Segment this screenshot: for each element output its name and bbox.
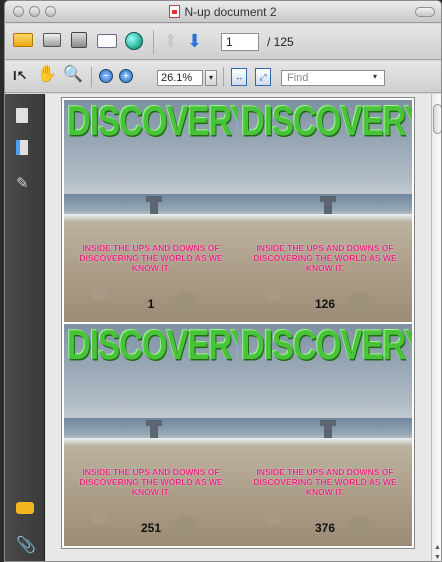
pdf-document-icon	[169, 5, 181, 18]
title-bar: N-up document 2	[5, 1, 441, 23]
find-dropdown-icon[interactable]: ▾	[373, 72, 377, 81]
toolbar-separator	[223, 67, 224, 87]
pages-icon[interactable]	[16, 108, 28, 123]
tile-page-number: 1	[147, 297, 155, 311]
magazine-masthead: DISCOVERY	[67, 324, 238, 368]
collaborate-icon[interactable]	[125, 32, 143, 50]
comments-icon[interactable]	[16, 502, 34, 514]
pdf-page: DISCOVERY INSIDE THE UPS AND DOWNS OF DI…	[62, 98, 414, 548]
tile-page-number: 376	[314, 521, 336, 535]
zoom-tool-icon[interactable]: 🔍	[63, 67, 83, 83]
vertical-scrollbar[interactable]: ▲ ▼	[431, 94, 441, 561]
magazine-masthead: DISCOVERY	[67, 100, 238, 144]
document-view[interactable]: DISCOVERY INSIDE THE UPS AND DOWNS OF DI…	[46, 94, 431, 561]
magazine-masthead: DISCOVERY	[241, 100, 412, 144]
save-icon[interactable]	[71, 32, 87, 48]
lifeguard-tower-image	[146, 420, 162, 438]
email-icon[interactable]	[97, 34, 117, 48]
window-title-area: N-up document 2	[5, 5, 441, 19]
folder-open-icon[interactable]	[13, 33, 33, 47]
tile-page-number: 251	[140, 521, 162, 535]
zoom-dropdown-button[interactable]: ▾	[205, 70, 217, 86]
nup-tile: DISCOVERY INSIDE THE UPS AND DOWNS OF DI…	[238, 100, 412, 322]
fit-page-icon[interactable]: ⤢	[255, 68, 271, 86]
hand-tool-icon[interactable]: ✋	[37, 67, 57, 83]
navigation-sidebar: ✎ 📎	[5, 94, 45, 561]
scrollbar-thumb[interactable]	[433, 104, 441, 134]
page-number-input[interactable]: 1	[221, 33, 259, 51]
print-icon[interactable]	[43, 33, 61, 47]
zoom-in-icon[interactable]: +	[119, 69, 133, 83]
fit-width-icon[interactable]: ↔	[231, 68, 247, 86]
nup-tile: DISCOVERY INSIDE THE UPS AND DOWNS OF DI…	[238, 324, 412, 546]
window-title: N-up document 2	[184, 5, 277, 19]
find-input[interactable]: Find	[281, 70, 385, 86]
toolbar-separator	[153, 30, 154, 54]
scroll-down-arrow-icon[interactable]: ▼	[434, 554, 441, 561]
lifeguard-tower-image	[320, 420, 336, 438]
photo-surf	[64, 438, 238, 446]
cover-tagline: INSIDE THE UPS AND DOWNS OF DISCOVERING …	[79, 243, 223, 273]
zoom-level-input[interactable]: 26.1%	[157, 70, 203, 86]
lifeguard-tower-image	[320, 196, 336, 214]
photo-surf	[238, 438, 412, 446]
pdf-viewer-window: N-up document 2 ⬆ ⬇ 1 / 125 I↖ ✋ 🔍 − + 2…	[4, 0, 442, 562]
toolbar-separator	[91, 67, 92, 87]
page-total-label: / 125	[267, 35, 294, 49]
cover-tagline: INSIDE THE UPS AND DOWNS OF DISCOVERING …	[253, 467, 397, 497]
zoom-out-icon[interactable]: −	[99, 69, 113, 83]
previous-page-icon[interactable]: ⬆	[163, 32, 178, 50]
attachments-icon[interactable]: 📎	[16, 538, 36, 554]
tile-page-number: 126	[314, 297, 336, 311]
nup-tile: DISCOVERY INSIDE THE UPS AND DOWNS OF DI…	[64, 324, 238, 546]
signatures-icon[interactable]: ✎	[16, 176, 32, 192]
next-page-icon[interactable]: ⬇	[187, 32, 202, 50]
cover-tagline: INSIDE THE UPS AND DOWNS OF DISCOVERING …	[79, 467, 223, 497]
cover-tagline: INSIDE THE UPS AND DOWNS OF DISCOVERING …	[253, 243, 397, 273]
photo-surf	[238, 214, 412, 222]
tools-toolbar: I↖ ✋ 🔍 − + 26.1% ▾ ↔ ⤢ Find ▾	[5, 61, 441, 93]
magazine-masthead: DISCOVERY	[241, 324, 412, 368]
select-text-icon[interactable]: I↖	[13, 69, 28, 82]
main-toolbar: ⬆ ⬇ 1 / 125	[5, 24, 441, 60]
photo-surf	[64, 214, 238, 222]
lifeguard-tower-image	[146, 196, 162, 214]
nup-tile: DISCOVERY INSIDE THE UPS AND DOWNS OF DI…	[64, 100, 238, 322]
scroll-up-arrow-icon[interactable]: ▲	[434, 544, 441, 551]
bookmarks-icon[interactable]	[16, 140, 28, 155]
toolbar-toggle-button[interactable]	[415, 7, 435, 17]
